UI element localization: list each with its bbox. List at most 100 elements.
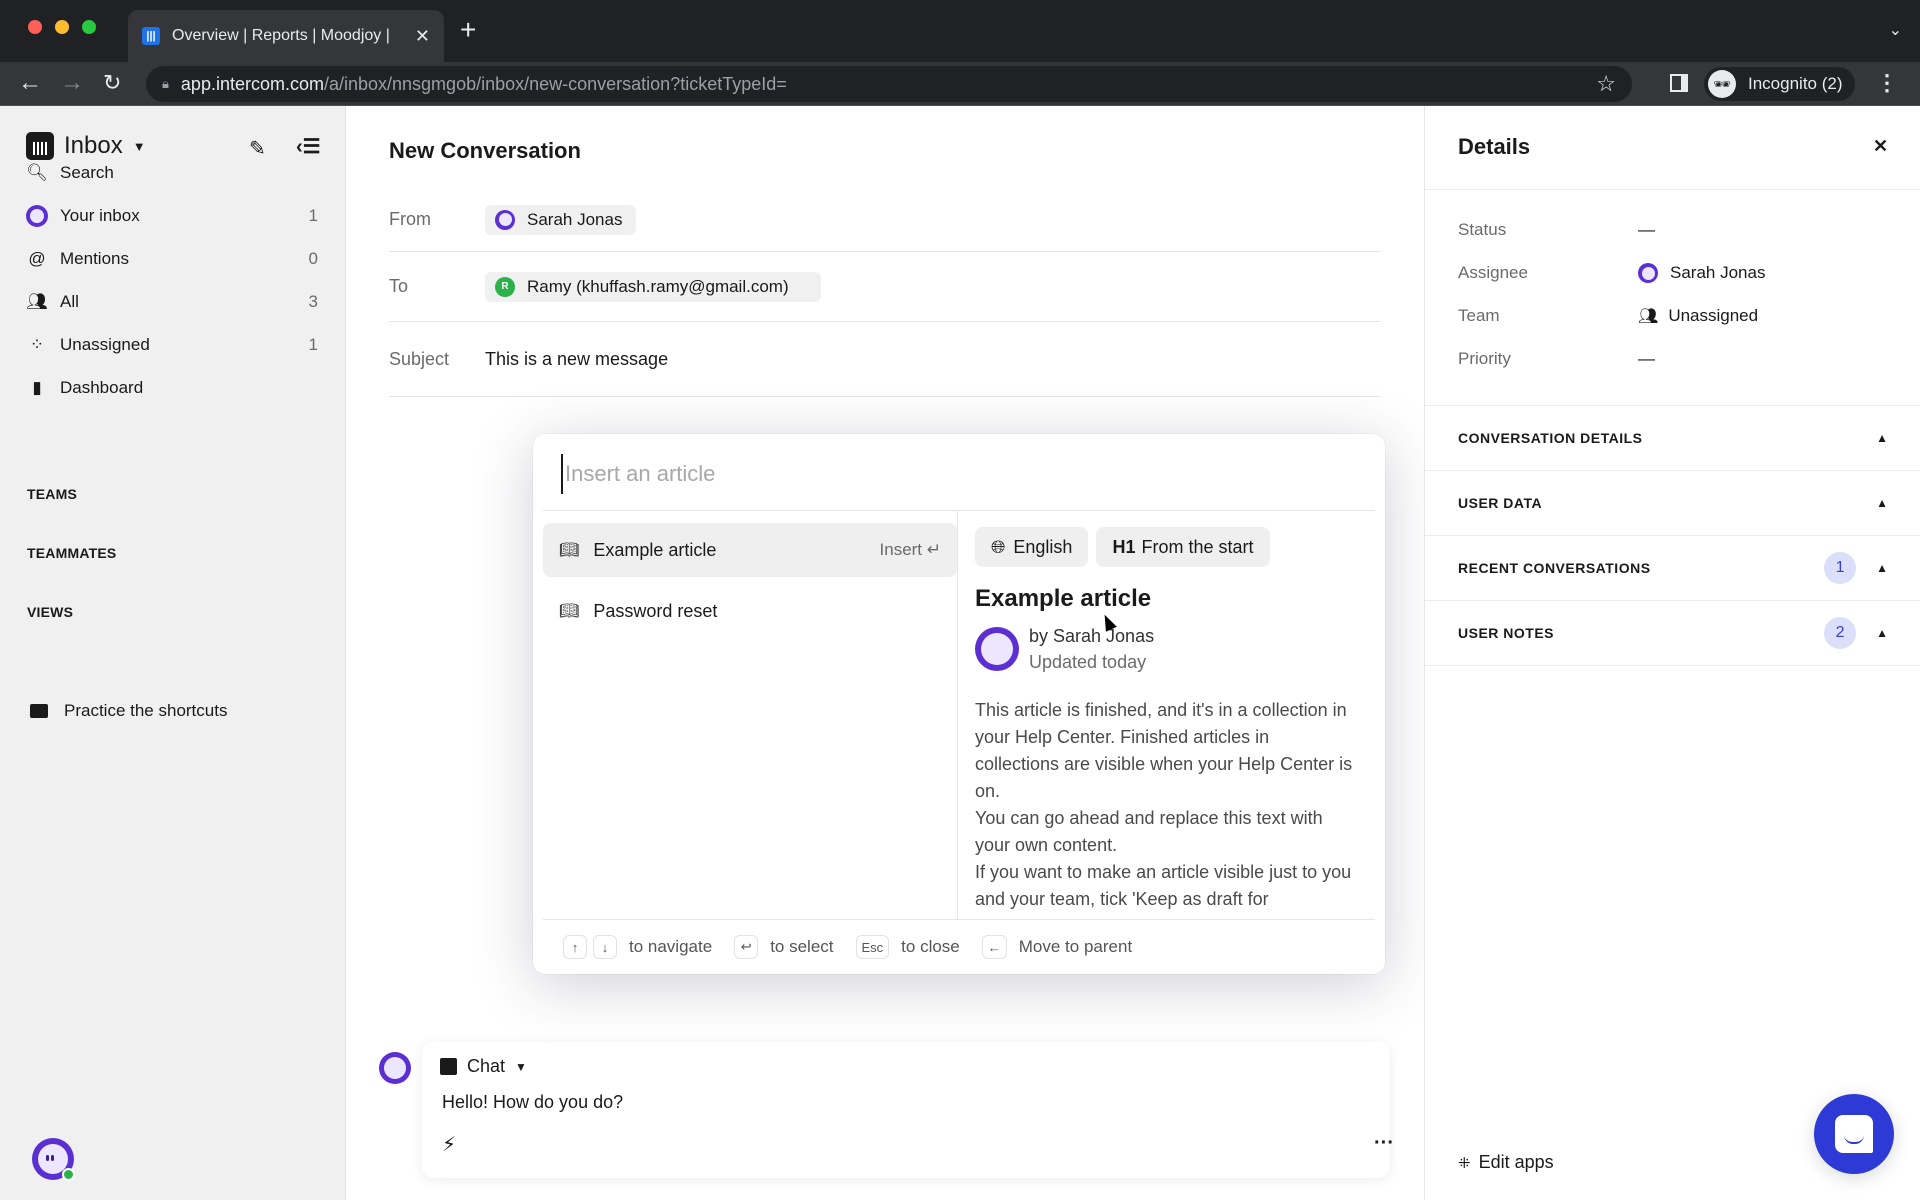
incognito-icon: 🕶︎ bbox=[1708, 70, 1736, 98]
sidebar-section-views[interactable]: VIEWS bbox=[27, 604, 73, 620]
to-chip[interactable]: R Ramy (khuffash.ramy@gmail.com) bbox=[485, 271, 821, 302]
subject-field[interactable]: Subject This is a new message bbox=[389, 322, 1381, 397]
keyboard-icon bbox=[30, 704, 48, 718]
browser-tab[interactable]: ||| Overview | Reports | Moodjoy | ✕ bbox=[128, 10, 444, 62]
esc-key-icon: Esc bbox=[855, 935, 890, 959]
composer-input[interactable]: Hello! How do you do? bbox=[442, 1092, 623, 1113]
sidebar-item-count: 1 bbox=[308, 335, 318, 354]
article-item-example[interactable]: 📖︎ Example article Insert ↵ bbox=[543, 523, 957, 577]
incognito-profile-button[interactable]: 🕶︎ Incognito (2) bbox=[1704, 67, 1855, 101]
sidebar-item-count: 1 bbox=[308, 206, 318, 225]
browser-tab-bar: ||| Overview | Reports | Moodjoy | ✕ + ⌄ bbox=[0, 0, 1920, 62]
section-recent-conversations[interactable]: RECENT CONVERSATIONS 1 ▲ bbox=[1425, 536, 1920, 601]
tab-search-chevron-icon[interactable]: ⌄ bbox=[1889, 20, 1902, 40]
subject-label: Subject bbox=[389, 348, 450, 369]
to-value: Ramy (khuffash.ramy@gmail.com) bbox=[527, 276, 789, 296]
sidebar-item-all[interactable]: 👥︎ All 3 bbox=[26, 285, 318, 319]
count-badge: 1 bbox=[1824, 552, 1857, 584]
forward-arrow-icon[interactable]: → bbox=[60, 68, 84, 98]
detail-row-priority[interactable]: Priority — bbox=[1458, 349, 1655, 369]
sidebar-section-teammates[interactable]: TEAMMATES bbox=[27, 545, 116, 561]
sidebar-item-mentions[interactable]: @ Mentions 0 bbox=[26, 242, 318, 276]
chevron-down-icon: ▼ bbox=[132, 138, 146, 154]
composer-mode-selector[interactable]: Chat ▼ bbox=[440, 1056, 527, 1077]
from-field: From Sarah Jonas bbox=[389, 188, 1381, 252]
at-icon: @ bbox=[28, 249, 46, 268]
heading-chip[interactable]: H1 From the start bbox=[1096, 527, 1270, 567]
arrow-left-key-icon: ← bbox=[981, 935, 1007, 959]
sidebar-item-search[interactable]: 🔍︎ Search bbox=[26, 156, 318, 190]
section-user-data[interactable]: USER DATA ▲ bbox=[1425, 471, 1920, 536]
detail-label: Assignee bbox=[1458, 263, 1528, 282]
sidebar-item-unassigned[interactable]: ⁘ Unassigned 1 bbox=[26, 328, 318, 362]
chevron-up-icon[interactable]: ▲ bbox=[1876, 496, 1888, 510]
more-options-icon[interactable]: ··· bbox=[1374, 1132, 1394, 1155]
incognito-label: Incognito (2) bbox=[1748, 74, 1843, 93]
sidebar-item-your-inbox[interactable]: Your inbox 1 bbox=[26, 199, 318, 233]
new-tab-button[interactable]: + bbox=[460, 16, 476, 44]
section-label: USER DATA bbox=[1458, 495, 1543, 511]
side-panel-icon[interactable] bbox=[1670, 74, 1688, 92]
article-item-password-reset[interactable]: 📖︎ Password reset bbox=[543, 584, 957, 638]
bar-chart-icon: ▮ bbox=[32, 378, 42, 397]
insert-article-modal: 📖︎ Example article Insert ↵ 📖︎ Password … bbox=[533, 434, 1385, 974]
lightning-icon[interactable]: ⚡︎ bbox=[442, 1132, 456, 1157]
sidebar-item-dashboard[interactable]: ▮ Dashboard bbox=[26, 371, 318, 405]
sidebar-item-label: Unassigned bbox=[60, 335, 150, 354]
preview-title: Example article bbox=[975, 585, 1152, 612]
window-minimize-button[interactable] bbox=[55, 20, 69, 34]
author-name: by Sarah Jonas bbox=[1029, 626, 1155, 646]
online-status-dot bbox=[62, 1168, 75, 1181]
tab-close-icon[interactable]: ✕ bbox=[415, 26, 430, 47]
url-host: app.intercom.com bbox=[180, 73, 324, 94]
messenger-chat-icon bbox=[1835, 1115, 1873, 1153]
chevron-up-icon[interactable]: ▲ bbox=[1876, 626, 1888, 640]
heading-level-icon: H1 bbox=[1112, 536, 1136, 557]
divider bbox=[1425, 189, 1920, 190]
back-arrow-icon[interactable]: ← bbox=[18, 68, 42, 98]
inbox-sidebar: Inbox ▼ ✎ ‹☰ 🔍︎ Search Your inbox 1 @ Me… bbox=[0, 106, 346, 1200]
bookmark-star-icon[interactable]: ☆ bbox=[1596, 71, 1616, 97]
sidebar-section-teams[interactable]: TEAMS bbox=[27, 486, 77, 502]
chevron-up-icon[interactable]: ▲ bbox=[1876, 561, 1888, 575]
address-bar[interactable]: 🔒︎ app.intercom.com/a/inbox/nnsgmgob/inb… bbox=[146, 66, 1632, 102]
practice-shortcuts-link[interactable]: Practice the shortcuts bbox=[30, 701, 227, 721]
window-close-button[interactable] bbox=[28, 20, 42, 34]
recipient-avatar: R bbox=[495, 276, 515, 297]
subject-value[interactable]: This is a new message bbox=[485, 349, 668, 370]
sidebar-item-count: 3 bbox=[308, 292, 318, 311]
language-chip[interactable]: 🌐︎ English bbox=[975, 527, 1089, 567]
section-user-notes[interactable]: USER NOTES 2 ▲ bbox=[1425, 601, 1920, 666]
unassigned-icon: ⁘ bbox=[29, 335, 45, 354]
detail-value: Unassigned bbox=[1668, 306, 1759, 325]
insert-hint[interactable]: Insert ↵ bbox=[880, 540, 941, 560]
chevron-up-icon[interactable]: ▲ bbox=[1876, 431, 1888, 445]
tab-title: Overview | Reports | Moodjoy | bbox=[172, 27, 390, 44]
edit-apps-label: Edit apps bbox=[1478, 1152, 1554, 1172]
search-icon: 🔍︎ bbox=[26, 163, 48, 182]
window-maximize-button[interactable] bbox=[82, 20, 96, 34]
messenger-launcher[interactable] bbox=[1814, 1094, 1894, 1174]
detail-row-status[interactable]: Status — bbox=[1458, 220, 1655, 240]
count-badge: 2 bbox=[1824, 617, 1857, 649]
sidebar-item-label: Mentions bbox=[60, 249, 129, 268]
detail-label: Status bbox=[1458, 220, 1507, 239]
edit-apps-button[interactable]: ⁜ Edit apps bbox=[1458, 1152, 1554, 1173]
section-label: RECENT CONVERSATIONS bbox=[1458, 560, 1651, 576]
close-icon[interactable]: ✕ bbox=[1873, 136, 1888, 157]
reload-icon[interactable]: ↻ bbox=[103, 68, 121, 98]
article-list: 📖︎ Example article Insert ↵ 📖︎ Password … bbox=[543, 511, 958, 919]
section-conversation-details[interactable]: CONVERSATION DETAILS ▲ bbox=[1425, 406, 1920, 471]
language-chip-label: English bbox=[1013, 536, 1073, 557]
sidebar-item-label: All bbox=[60, 292, 79, 311]
article-search-input[interactable] bbox=[561, 454, 1341, 494]
browser-menu-icon[interactable]: ⋮ bbox=[1876, 70, 1898, 96]
detail-value: — bbox=[1638, 349, 1655, 368]
detail-row-team[interactable]: Team 👥︎ Unassigned bbox=[1458, 306, 1758, 326]
article-item-label: Example article bbox=[593, 539, 717, 560]
heading-chip-label: From the start bbox=[1141, 536, 1254, 557]
from-chip[interactable]: Sarah Jonas bbox=[485, 204, 637, 235]
section-label: CONVERSATION DETAILS bbox=[1458, 430, 1643, 446]
sidebar-item-label: Search bbox=[60, 163, 114, 182]
detail-row-assignee[interactable]: Assignee Sarah Jonas bbox=[1458, 263, 1765, 283]
